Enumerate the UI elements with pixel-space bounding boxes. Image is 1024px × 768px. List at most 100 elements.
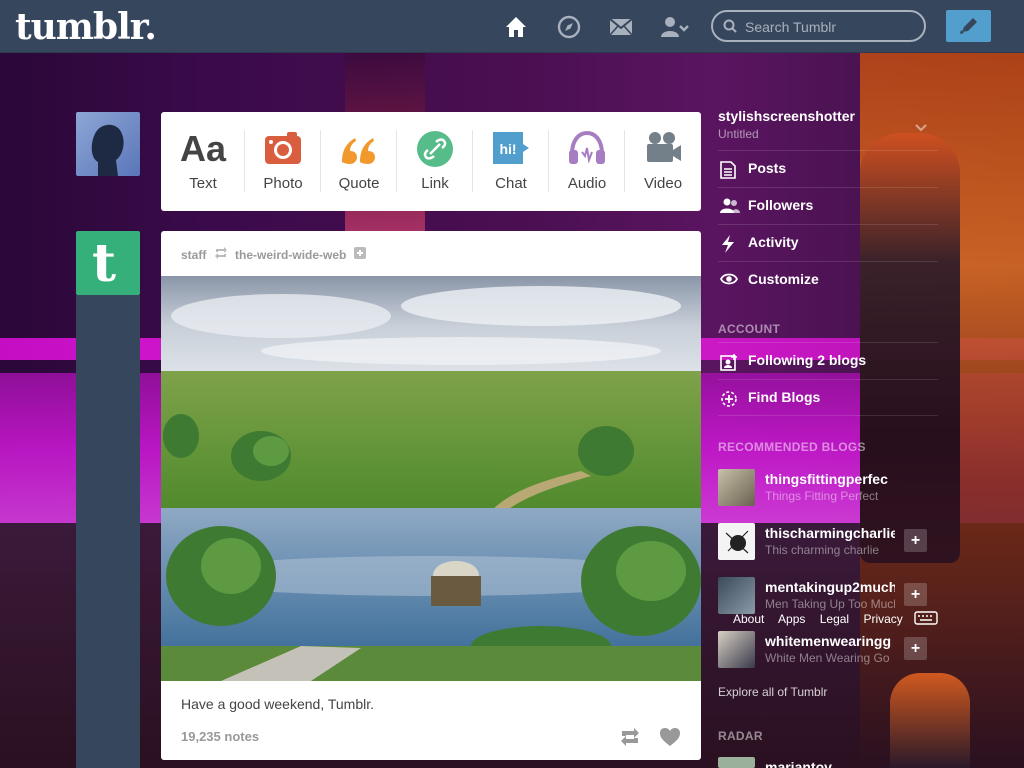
following-icon (720, 353, 738, 376)
reblog-icon[interactable] (619, 727, 641, 752)
recommended-blog-desc: This charming charlie (765, 543, 880, 557)
post-author[interactable]: staff (181, 248, 206, 262)
new-photo-post-button[interactable]: Photo (245, 112, 321, 211)
post-photo[interactable] (161, 276, 701, 681)
left-rail (76, 295, 140, 768)
explore-icon[interactable] (556, 14, 582, 40)
post-type-bar: Aa Text Photo Quote Link hi! Chat Audio … (161, 112, 701, 211)
sidebar-item-customize[interactable]: Customize (718, 261, 938, 298)
post-type-label: Photo (263, 175, 303, 192)
new-link-post-button[interactable]: Link (397, 112, 473, 211)
text-icon: Aa (179, 128, 227, 169)
staff-avatar[interactable]: t (76, 231, 140, 295)
search-icon (723, 19, 737, 33)
radar-heading: RADAR (718, 729, 763, 743)
new-chat-post-button[interactable]: hi! Chat (473, 112, 549, 211)
account-heading: ACCOUNT (718, 322, 781, 336)
new-text-post-button[interactable]: Aa Text (161, 112, 245, 211)
search-box[interactable] (711, 10, 926, 42)
sidebar-item-label: Posts (748, 160, 787, 176)
recommended-blog-name: whitemenwearingg (765, 633, 892, 649)
footer-link-legal[interactable]: Legal (820, 612, 849, 626)
explore-link[interactable]: Explore all of Tumblr (718, 685, 827, 699)
sidebar-item-followers[interactable]: Followers (718, 187, 938, 224)
camera-icon (265, 132, 301, 164)
blog-avatar (718, 523, 755, 560)
footer-link-apps[interactable]: Apps (778, 612, 805, 626)
quote-icon (342, 138, 375, 164)
posts-icon (720, 161, 736, 184)
compose-button[interactable] (946, 10, 991, 42)
sidebar-item-following[interactable]: Following 2 blogs (718, 342, 938, 379)
recommended-blog[interactable]: thischarmingcharlie This charming charli… (718, 523, 938, 569)
sidebar-item-activity[interactable]: Activity (718, 224, 938, 261)
recommended-blog[interactable]: thingsfittingperfec Things Fitting Perfe… (718, 469, 938, 515)
sidebar-item-label: Activity (748, 234, 799, 250)
recommended-blog-desc: Things Fitting Perfect (765, 489, 879, 503)
recommended-blog-name: mentakingup2much (765, 579, 895, 595)
post-caption: Have a good weekend, Tumblr. (181, 696, 375, 712)
sidebar-blog-name[interactable]: stylishscreenshotter (718, 108, 855, 124)
recommended-blog-name: thingsfittingperfec (765, 471, 888, 487)
blog-avatar (718, 577, 755, 614)
radar-avatar (718, 757, 755, 768)
post-type-label: Chat (495, 175, 527, 192)
chat-icon: hi! (493, 132, 529, 164)
recommended-blog[interactable]: whitemenwearingg White Men Wearing Go + (718, 631, 938, 677)
post-type-label: Video (643, 175, 683, 192)
sidebar-item-label: Find Blogs (748, 389, 821, 405)
link-icon (417, 131, 453, 167)
video-icon (647, 132, 681, 162)
like-heart-icon[interactable] (659, 727, 681, 752)
svg-text:hi!: hi! (499, 141, 516, 157)
footer-link-privacy[interactable]: Privacy (863, 612, 902, 626)
footer-link-about[interactable]: About (733, 612, 764, 626)
post-type-label: Quote (338, 175, 380, 192)
headphones-icon (569, 130, 605, 164)
reblog-small-icon (214, 247, 228, 262)
post-notes-count[interactable]: 19,235 notes (181, 729, 259, 744)
follow-plus-icon[interactable] (353, 247, 366, 262)
new-audio-post-button[interactable]: Audio (549, 112, 625, 211)
blog-avatar (718, 631, 755, 668)
sidebar-item-label: Following 2 blogs (748, 352, 867, 368)
search-input[interactable] (745, 18, 915, 36)
tumblr-logo[interactable]: tumblr. (15, 6, 157, 48)
reblogged-from-link[interactable]: the-weird-wide-web (235, 248, 346, 262)
follow-blog-button[interactable]: + (904, 637, 927, 660)
account-icon[interactable] (660, 14, 690, 40)
dashboard-post: staff the-weird-wide-web Have a good wee… (161, 231, 701, 760)
recommended-heading: RECOMMENDED BLOGS (718, 440, 866, 454)
blog-avatar (718, 469, 755, 506)
post-actions (619, 727, 681, 752)
radar-blog-name: mariantov (765, 759, 832, 768)
keyboard-shortcuts-icon[interactable] (914, 611, 938, 630)
mail-icon[interactable] (608, 14, 634, 40)
follow-blog-button[interactable]: + (904, 529, 927, 552)
recommended-blog-desc: White Men Wearing Go (765, 651, 890, 665)
followers-icon (720, 198, 740, 219)
recommended-blog-desc: Men Taking Up Too Much (765, 597, 895, 611)
pencil-icon (960, 18, 977, 34)
home-icon[interactable] (503, 14, 529, 40)
sidebar-item-find-blogs[interactable]: Find Blogs (718, 379, 938, 416)
post-type-label: Audio (567, 175, 607, 192)
new-video-post-button[interactable]: Video (625, 112, 701, 211)
sidebar-blog-title: Untitled (718, 127, 759, 141)
recommended-blog-name: thischarmingcharlie (765, 525, 895, 541)
top-nav-bar: tumblr. (0, 0, 1024, 53)
footer-links: About Apps Legal Privacy (733, 612, 914, 626)
my-avatar[interactable] (76, 112, 140, 176)
sidebar-item-posts[interactable]: Posts (718, 150, 938, 187)
post-type-label: Text (189, 175, 217, 192)
post-type-label: Link (421, 175, 449, 192)
find-blogs-icon (720, 390, 738, 413)
radar-post[interactable]: mariantov (718, 757, 938, 768)
follow-blog-button[interactable]: + (904, 583, 927, 606)
activity-icon (720, 235, 736, 258)
sidebar-item-label: Followers (748, 197, 814, 213)
eye-icon (719, 272, 739, 291)
sidebar-item-label: Customize (748, 271, 819, 287)
chevron-down-icon[interactable] (914, 120, 928, 138)
new-quote-post-button[interactable]: Quote (321, 112, 397, 211)
